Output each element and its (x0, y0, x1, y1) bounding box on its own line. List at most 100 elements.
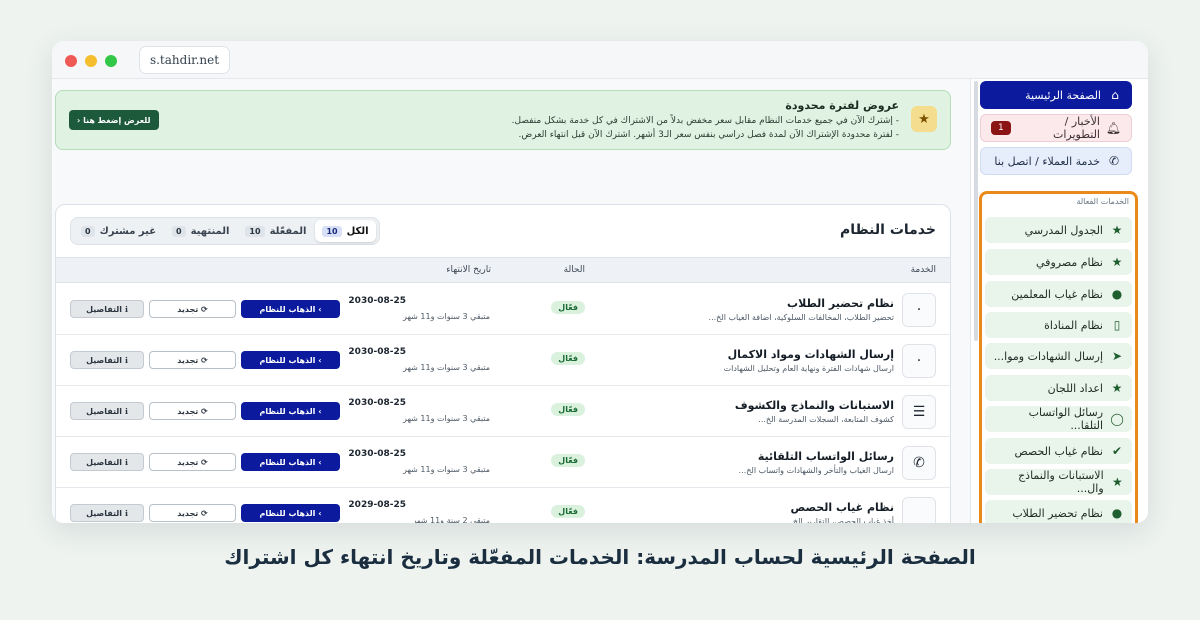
maximize-window-button[interactable] (105, 55, 117, 67)
star-icon: ★ (1111, 223, 1123, 237)
star-icon: ★ (1111, 255, 1123, 269)
tab-count: 10 (322, 225, 342, 237)
details-button[interactable]: ℹ التفاصيل (70, 402, 144, 420)
details-button[interactable]: ℹ التفاصيل (70, 504, 144, 522)
sidebar: ⌂ الصفحة الرئيسية 🔔︎ الأخبار / التطويرات… (970, 79, 1148, 523)
table-row: ☰ الاستبانات والنماذج والكشوف كشوف المتابع… (56, 386, 950, 437)
expiry-date: 2030-08-25 (348, 398, 406, 408)
sidebar-item-contact[interactable]: ✆ خدمة العملاء / اتصل بنا (980, 147, 1132, 175)
details-button[interactable]: ℹ التفاصيل (70, 300, 144, 318)
tab-expired[interactable]: المنتهية 0 (165, 220, 236, 242)
service-name: الاستبانات والنماذج والكشوف (734, 399, 894, 412)
sidebar-service-student-attendance[interactable]: ● نظام تحضير الطلاب (985, 500, 1132, 523)
go-to-system-button[interactable]: › الذهاب للنظام (241, 300, 340, 318)
sidebar-item-news[interactable]: 🔔︎ الأخبار / التطويرات 1 (980, 114, 1132, 142)
close-window-button[interactable] (65, 55, 77, 67)
service-name: نظام غياب الحصص (790, 501, 894, 514)
tab-count: 0 (172, 225, 186, 237)
promo-banner: ★ عروض لفترة محدودة - إشترك الآن في جميع… (55, 90, 951, 150)
sidebar-scrollbar[interactable] (974, 81, 978, 341)
status-badge: فعّال (551, 403, 585, 416)
service-thumbnail: · (902, 293, 936, 327)
go-to-system-button[interactable]: › الذهاب للنظام (241, 402, 340, 420)
bell-icon: 🔔︎ (1105, 121, 1121, 135)
sidebar-service-certificates[interactable]: ➤ إرسال الشهادات وموا... (985, 343, 1132, 369)
service-thumbnail: · (902, 344, 936, 378)
service-description: كشوف المتابعة، السجلات المدرسة الخ... (758, 415, 894, 424)
sidebar-service-label: إرسال الشهادات وموا... (993, 349, 1103, 363)
service-description: ارسال شهادات الفترة ونهاية العام وتحليل … (723, 364, 894, 373)
tab-not-subscribed[interactable]: غير مشترك 0 (74, 220, 163, 242)
active-services-list: الخدمات الفعالة ★ الجدول المدرسي ★ نظام مص… (979, 191, 1138, 523)
sidebar-service-allowance[interactable]: ★ نظام مصروفي (985, 249, 1132, 275)
expiry-date: 2030-08-25 (348, 296, 406, 306)
column-header-expiry: تاريخ الانتهاء (446, 265, 491, 275)
sidebar-service-school-schedule[interactable]: ★ الجدول المدرسي (985, 217, 1132, 243)
star-icon: ★ (1111, 381, 1123, 395)
service-thumbnail: ✆ (902, 446, 936, 480)
tab-label: الكل (346, 225, 369, 237)
sidebar-service-period-absence[interactable]: ✔ نظام غياب الحصص (985, 438, 1132, 464)
column-header-status: الحالة (563, 265, 585, 275)
users-icon: ● (1111, 506, 1123, 520)
status-badge: فعّال (551, 505, 585, 518)
service-description: أخذ غياب الحصص، التقارير الخ... (785, 517, 894, 523)
sidebar-service-calling[interactable]: ▯ نظام المناداة (985, 312, 1132, 338)
mobile-icon: ▯ (1113, 318, 1121, 332)
sidebar-service-surveys[interactable]: ★ الاستبانات والنماذج وال... (985, 469, 1132, 495)
tab-label: المنتهية (190, 225, 230, 237)
expiry-date: 2030-08-25 (348, 347, 406, 357)
go-to-system-button[interactable]: › الذهاب للنظام (241, 453, 340, 471)
paper-plane-icon: ➤ (1111, 349, 1123, 363)
go-to-system-button[interactable]: › الذهاب للنظام (241, 351, 340, 369)
title-bar: s.tahdir.net (52, 41, 1148, 79)
sidebar-service-whatsapp[interactable]: ◯ رسائل الواتساب التلقا... (985, 406, 1132, 432)
expiry-date: 2029-08-25 (348, 500, 406, 510)
minimize-window-button[interactable] (85, 55, 97, 67)
status-badge: فعّال (551, 301, 585, 314)
tab-active[interactable]: المفعّلة 10 (238, 220, 313, 242)
service-name: إرسال الشهادات ومواد الاكمال (727, 348, 894, 361)
page-content: ⌂ الصفحة الرئيسية 🔔︎ الأخبار / التطويرات… (52, 79, 1148, 523)
view-offer-button[interactable]: للعرض إضغط هنا ‹ (69, 110, 159, 130)
service-name: رسائل الواتساب التلقائية (757, 450, 894, 463)
go-to-system-button[interactable]: › الذهاب للنظام (241, 504, 340, 522)
tab-count: 10 (245, 225, 265, 237)
sidebar-service-label: نظام تحضير الطلاب (1012, 506, 1103, 520)
details-button[interactable]: ℹ التفاصيل (70, 351, 144, 369)
sidebar-service-label: نظام مصروفي (1036, 255, 1103, 269)
table-row: · نظام تحضير الطلاب تحضير الطلاب، المخالفا… (56, 284, 950, 335)
remaining-time: متبقي 3 سنوات و11 شهر (403, 414, 490, 423)
renew-button[interactable]: ⟳ تجديد (149, 504, 236, 522)
service-thumbnail: ☰ (902, 395, 936, 429)
remaining-time: متبقي 2 سنة و11 شهر (412, 516, 490, 523)
remaining-time: متبقي 3 سنوات و11 شهر (403, 363, 490, 372)
table-header: الخدمة الحالة تاريخ الانتهاء (56, 257, 950, 283)
service-thumbnail (902, 497, 936, 523)
sidebar-service-committees[interactable]: ★ اعداد اللجان (985, 375, 1132, 401)
status-badge: فعّال (551, 352, 585, 365)
tab-label: غير مشترك (99, 225, 157, 237)
service-name: نظام تحضير الطلاب (787, 297, 894, 310)
star-icon: ★ (911, 106, 937, 132)
address-bar[interactable]: s.tahdir.net (139, 46, 230, 74)
check-icon: ✔ (1111, 444, 1123, 458)
renew-button[interactable]: ⟳ تجديد (149, 351, 236, 369)
renew-button[interactable]: ⟳ تجديد (149, 453, 236, 471)
whatsapp-icon: ◯ (1110, 412, 1124, 426)
sidebar-item-label: الصفحة الرئيسية (1025, 88, 1101, 102)
sidebar-service-label: نظام غياب المعلمين (1011, 287, 1103, 301)
sidebar-item-label: خدمة العملاء / اتصل بنا (994, 154, 1100, 168)
renew-button[interactable]: ⟳ تجديد (149, 300, 236, 318)
user-icon: ● (1111, 287, 1123, 301)
details-button[interactable]: ℹ التفاصيل (70, 453, 144, 471)
tab-all[interactable]: الكل 10 (315, 220, 376, 242)
sidebar-item-home[interactable]: ⌂ الصفحة الرئيسية (980, 81, 1132, 109)
renew-button[interactable]: ⟳ تجديد (149, 402, 236, 420)
sidebar-service-label: نظام غياب الحصص (1014, 444, 1103, 458)
tab-label: المفعّلة (269, 225, 307, 237)
main-area: ★ عروض لفترة محدودة - إشترك الآن في جميع… (52, 79, 970, 523)
sidebar-service-label: نظام المناداة (1044, 318, 1103, 332)
table-row: ✆ رسائل الواتساب التلقائية ارسال الغياب وا… (56, 437, 950, 488)
sidebar-service-teacher-absence[interactable]: ● نظام غياب المعلمين (985, 281, 1132, 307)
